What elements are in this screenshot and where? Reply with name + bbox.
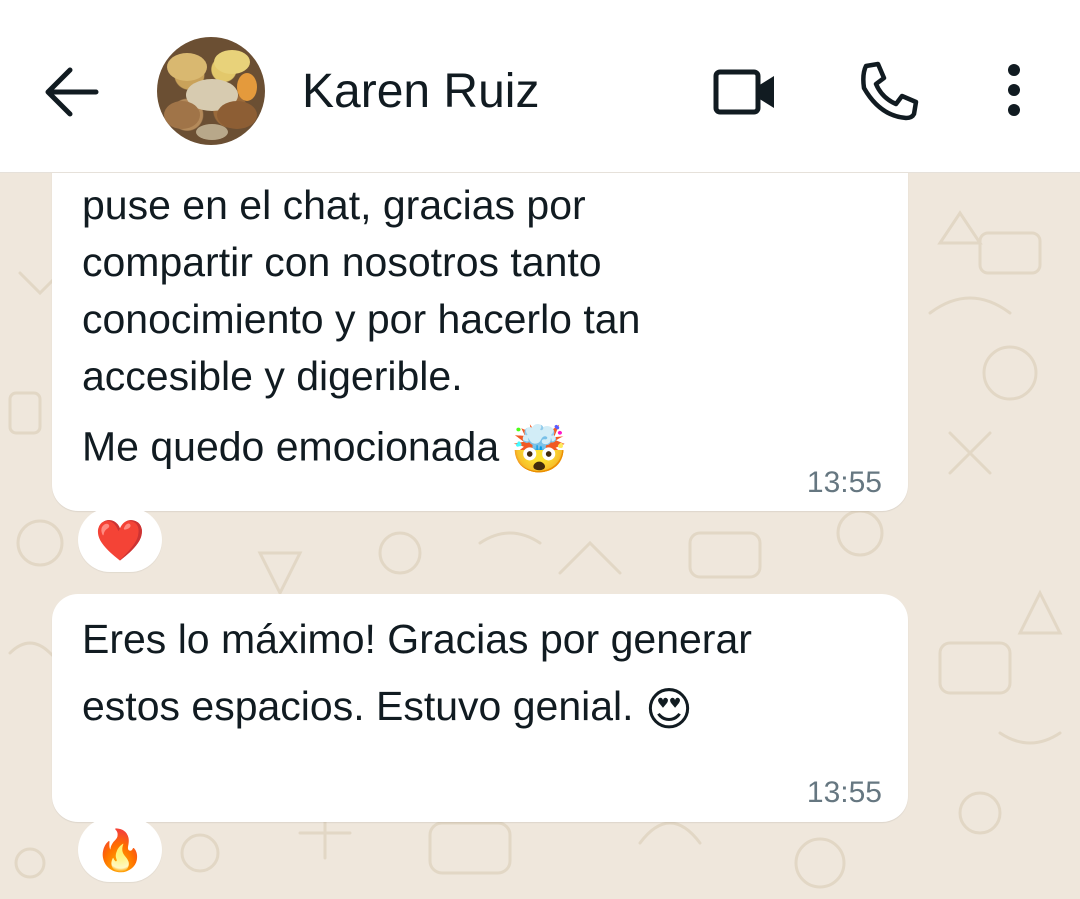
message-text-line: conocimiento y por hacerlo tan (82, 296, 641, 342)
more-options-icon[interactable] (996, 60, 1032, 122)
message-text-line: compartir con nosotros tanto (82, 239, 602, 285)
message-timestamp: 13:55 (806, 776, 882, 809)
back-arrow-icon[interactable] (44, 66, 100, 118)
message-text: Me quedo emocionada (82, 423, 500, 470)
message-text-line: estos espacios. Estuvo genial. 😍 (82, 682, 693, 736)
avatar-image (164, 50, 257, 140)
message-text-line: Eres lo máximo! Gracias por generar (82, 616, 752, 662)
message-bubble[interactable]: Eres lo máximo! Gracias por generar esto… (52, 594, 908, 822)
message-text: estos espacios. Estuvo genial. (82, 682, 634, 729)
contact-name[interactable]: Karen Ruiz (302, 64, 539, 120)
heart-eyes-emoji: 😍 (644, 683, 693, 735)
message-timestamp: 13:55 (806, 466, 882, 499)
reaction-heart[interactable]: ❤️ (78, 508, 162, 572)
contact-avatar[interactable] (157, 37, 265, 145)
exploding-head-emoji: 🤯 (510, 423, 568, 475)
reaction-fire[interactable]: 🔥 (78, 818, 162, 882)
message-bubble[interactable]: puse en el chat, gracias por compartir c… (52, 120, 908, 511)
message-text-line: accesible y digerible. (82, 353, 463, 399)
video-call-icon[interactable] (712, 64, 778, 118)
message-text-line: puse en el chat, gracias por (82, 182, 586, 228)
message-text-line: Me quedo emocionada 🤯 (82, 422, 568, 477)
voice-call-icon[interactable] (858, 60, 920, 122)
chat-header: Karen Ruiz (0, 0, 1080, 173)
